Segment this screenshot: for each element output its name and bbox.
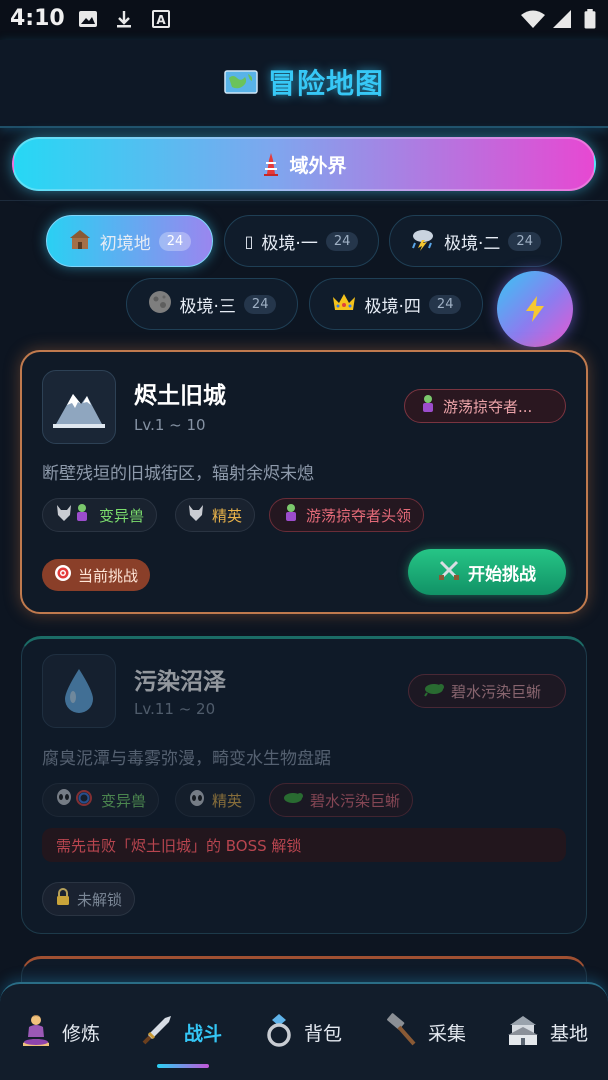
tag-mutant: 变异兽 — [42, 783, 160, 817]
locked-label: 未解锁 — [77, 890, 123, 909]
tag-boss: 游荡掠夺者头领 — [269, 498, 425, 532]
tag-label: 精英 — [212, 791, 243, 810]
divider — [0, 200, 608, 201]
castle-icon — [506, 1014, 540, 1051]
card-title: 污染沼泽 — [134, 669, 226, 695]
card-title: 烬土旧城 — [134, 383, 226, 409]
lizard-icon — [423, 681, 445, 701]
dagger-icon — [140, 1013, 174, 1052]
battery-icon — [584, 9, 596, 29]
current-label: 当前挑战 — [78, 566, 139, 585]
tower-icon — [264, 153, 279, 176]
map-icon — [224, 70, 258, 94]
boss-name: 碧水污染巨蜥 — [451, 682, 542, 701]
active-tab-indicator — [157, 1064, 209, 1068]
status-time: 4:10 — [10, 6, 65, 31]
zombie-icon — [282, 503, 300, 527]
unlock-requirement: 需先击败「烬土旧城」的 BOSS 解锁 — [42, 828, 566, 862]
page-title: 冒险地图 — [267, 67, 384, 100]
download-icon — [117, 11, 131, 28]
card-level: Lv.11 ~ 20 — [134, 700, 216, 718]
nav-item-cultivate[interactable]: 修炼 — [20, 1010, 100, 1054]
tag-label: 变异兽 — [99, 506, 145, 525]
tier-chip-label: 极境·三 — [179, 296, 236, 317]
start-label: 开始挑战 — [468, 564, 536, 585]
quick-action-button[interactable] — [497, 271, 573, 347]
house-icon — [68, 228, 92, 255]
tier-chip-label: 极境·二 — [444, 233, 501, 254]
nav-label: 背包 — [304, 1022, 343, 1045]
snow-mountain-icon — [42, 370, 116, 444]
lizard-icon — [282, 790, 304, 810]
nav-item-gather[interactable]: 采集 — [384, 1010, 466, 1054]
alien-icon — [188, 788, 206, 812]
realm-selector-button[interactable]: 域外界 — [12, 137, 596, 191]
tag-label: 变异兽 — [101, 791, 147, 810]
tier-chip-4[interactable]: 极境·四 24 — [309, 278, 483, 330]
locked-badge: 未解锁 — [42, 882, 136, 916]
tier-chip-label: 极境·一 — [261, 233, 318, 254]
tier-chip-label: 初境地 — [99, 233, 151, 254]
tag-boss: 碧水污染巨蜥 — [269, 783, 414, 817]
unknown-glyph-icon: ▯ — [244, 231, 254, 251]
hammer-icon — [384, 1012, 418, 1052]
tag-elite: 精英 — [175, 783, 256, 817]
boss-badge: 游荡掠夺者... — [404, 389, 566, 423]
tier-chip-3[interactable]: 极境·三 24 — [126, 278, 298, 330]
app-header: 冒险地图 — [0, 40, 608, 128]
nav-label: 战斗 — [184, 1022, 223, 1045]
moon-icon — [148, 290, 172, 319]
boss-badge: 碧水污染巨蜥 — [408, 674, 566, 708]
image-icon — [79, 11, 97, 27]
tag-label: 游荡掠夺者头领 — [306, 506, 412, 525]
zombie-icon — [419, 394, 437, 418]
target-icon — [54, 564, 72, 586]
text-a-icon: A — [152, 10, 170, 28]
card-description: 断壁残垣的旧城街区，辐射余烬未熄 — [42, 464, 314, 484]
tier-chip-count: 24 — [508, 231, 541, 251]
card-level: Lv.1 ~ 10 — [134, 416, 206, 434]
tier-chip-count: 24 — [428, 294, 462, 314]
wolf-zombie-icon — [55, 503, 93, 527]
realm-label: 域外界 — [289, 154, 347, 177]
boss-name: 游荡掠夺者... — [443, 397, 533, 416]
crown-icon — [331, 292, 357, 317]
tag-label: 碧水污染巨蜥 — [310, 791, 401, 810]
start-challenge-button[interactable]: 开始挑战 — [408, 549, 566, 595]
header-title-group: 冒险地图 — [0, 60, 608, 104]
nav-label: 采集 — [428, 1022, 467, 1045]
tier-chip-1[interactable]: ▯ 极境·一 24 — [224, 215, 379, 267]
current-challenge-badge: 当前挑战 — [42, 559, 151, 591]
status-bar: 4:10 A — [0, 0, 608, 40]
tier-chip-count: 24 — [243, 294, 277, 314]
ring-icon — [264, 1013, 294, 1052]
nav-item-battle[interactable]: 战斗 — [140, 1010, 222, 1054]
tier-chip-0[interactable]: 初境地 24 — [46, 215, 213, 267]
tag-elite: 精英 — [175, 498, 256, 532]
nav-label: 基地 — [550, 1022, 589, 1045]
alien-rainbow-icon — [55, 788, 95, 812]
tier-chip-count: 24 — [158, 231, 192, 251]
lightning-icon — [526, 296, 544, 322]
lock-icon — [55, 888, 71, 910]
tier-chip-label: 极境·四 — [364, 296, 421, 317]
wifi-icon — [521, 10, 545, 28]
tag-label: 精英 — [212, 506, 243, 525]
water-drop-icon — [42, 654, 116, 728]
tier-chip-count: 24 — [325, 231, 359, 251]
crossed-swords-icon — [438, 559, 460, 586]
nav-item-base[interactable]: 基地 — [506, 1010, 588, 1054]
tier-chip-2[interactable]: 极境·二 24 — [389, 215, 562, 267]
svg-text:A: A — [156, 13, 166, 27]
signal-icon — [553, 10, 571, 28]
wolf-icon — [188, 503, 206, 527]
card-description: 腐臭泥潭与毒雾弥漫，畸变水生物盘踞 — [42, 749, 331, 769]
nav-label: 修炼 — [62, 1022, 101, 1045]
meditation-icon — [20, 1013, 52, 1052]
tag-mutant: 变异兽 — [42, 498, 158, 532]
storm-icon — [410, 227, 436, 256]
nav-item-bag[interactable]: 背包 — [264, 1010, 342, 1054]
